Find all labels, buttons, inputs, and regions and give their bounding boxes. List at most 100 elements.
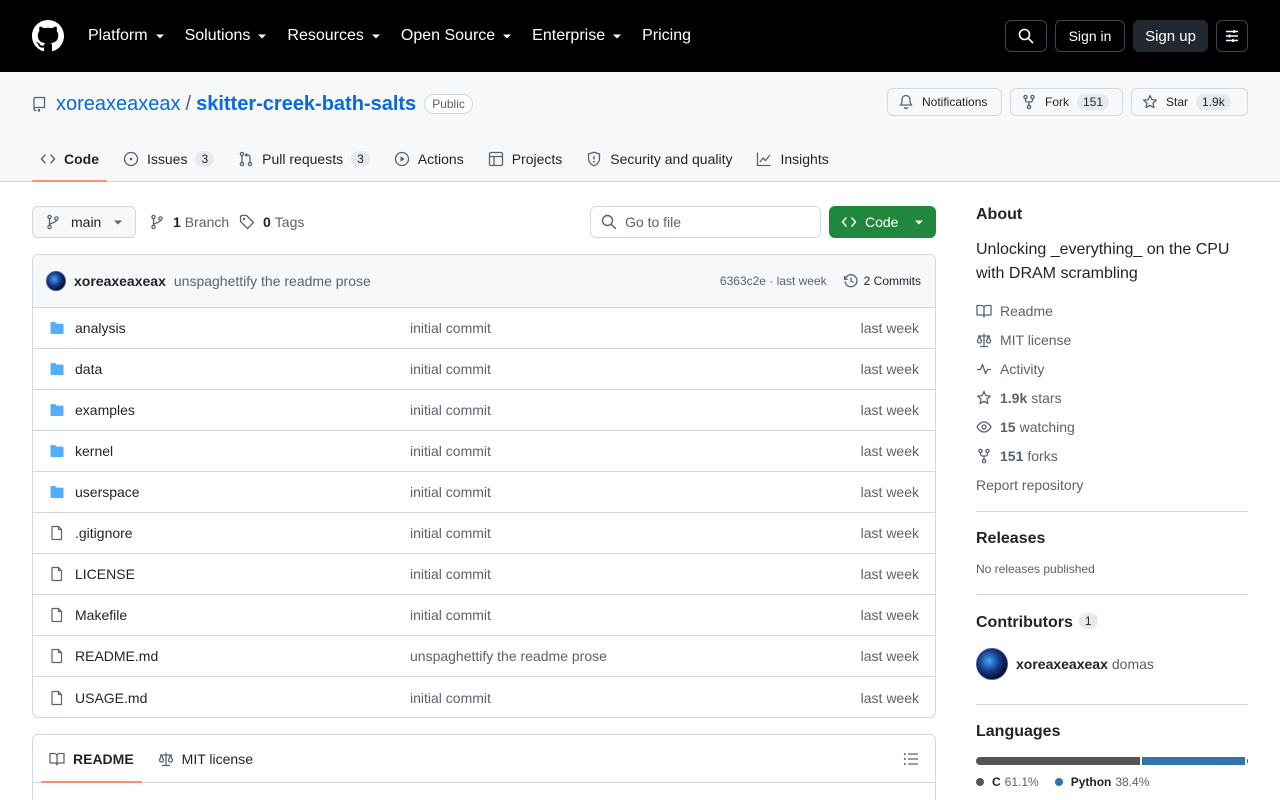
license-tab[interactable]: MIT license <box>150 735 261 782</box>
tags-link[interactable]: 0 Tags <box>239 206 304 238</box>
language-name[interactable]: C <box>992 775 1001 789</box>
nav-solutions-label: Solutions <box>184 27 251 44</box>
table-row[interactable]: .gitignore initial commit last week <box>33 513 935 554</box>
tab-actions[interactable]: Actions <box>386 136 472 182</box>
table-row[interactable]: USAGE.md initial commit last week <box>33 677 935 717</box>
nav-resources[interactable]: Resources <box>287 27 380 45</box>
language-percent: 38.4% <box>1115 775 1150 789</box>
file-name-link[interactable]: README.md <box>75 648 410 664</box>
readme-tab[interactable]: README <box>41 735 142 783</box>
table-row[interactable]: README.md unspaghettify the readme prose l… <box>33 636 935 677</box>
stars-link[interactable]: 1.9k stars <box>976 383 1248 412</box>
file-table: xoreaxeaxeax unspaghettify the readme pr… <box>32 254 936 718</box>
commit-author[interactable]: xoreaxeaxeax <box>74 273 166 289</box>
file-commit-message[interactable]: initial commit <box>410 443 861 459</box>
report-repository-link[interactable]: Report repository <box>976 470 1248 499</box>
file-name-link[interactable]: LICENSE <box>75 566 410 582</box>
readme-link-label: Readme <box>1000 302 1053 319</box>
table-row[interactable]: userspace initial commit last week <box>33 472 935 513</box>
notifications-button[interactable]: Notifications <box>887 88 1002 116</box>
file-name-link[interactable]: data <box>75 361 410 377</box>
contributor-item[interactable]: xoreaxeaxeax domas <box>976 648 1248 680</box>
file-commit-message[interactable]: unspaghettify the readme prose <box>410 648 861 664</box>
table-row[interactable]: examples initial commit last week <box>33 390 935 431</box>
commit-message[interactable]: unspaghettify the readme prose <box>174 273 371 289</box>
nav-enterprise[interactable]: Enterprise <box>532 27 622 45</box>
branch-selector[interactable]: main <box>32 206 136 238</box>
file-name-link[interactable]: examples <box>75 402 410 418</box>
file-commit-message[interactable]: initial commit <box>410 525 861 541</box>
nav-platform[interactable]: Platform <box>88 27 165 45</box>
repo-owner-link[interactable]: xoreaxeaxeax <box>56 93 181 116</box>
file-commit-message[interactable]: initial commit <box>410 690 861 706</box>
file-name-link[interactable]: Makefile <box>75 607 410 623</box>
table-row[interactable]: LICENSE initial commit last week <box>33 554 935 595</box>
readme-link[interactable]: Readme <box>976 296 1248 325</box>
table-of-contents-icon[interactable] <box>903 751 919 767</box>
contributor-login: xoreaxeaxeax <box>1016 656 1108 672</box>
branch-name: main <box>71 214 102 230</box>
code-dropdown-button[interactable]: Code <box>829 206 936 238</box>
file-commit-message[interactable]: initial commit <box>410 320 861 336</box>
commits-link[interactable]: 2 Commits <box>843 273 921 289</box>
tab-issues[interactable]: Issues 3 <box>115 136 222 182</box>
tag-icon <box>239 214 255 230</box>
file-commit-message[interactable]: initial commit <box>410 402 861 418</box>
global-header: Platform Solutions Resources Open Source… <box>0 0 1280 72</box>
repo-name-link[interactable]: skitter-creek-bath-salts <box>196 93 416 116</box>
tab-insights-label: Insights <box>780 151 829 167</box>
search-button[interactable] <box>1005 20 1047 52</box>
watching-link[interactable]: 15 watching <box>976 412 1248 441</box>
nav-solutions[interactable]: Solutions <box>185 27 268 45</box>
file-commit-date: last week <box>860 648 919 664</box>
sign-in-button[interactable]: Sign in <box>1055 20 1125 52</box>
file-commit-message[interactable]: initial commit <box>410 361 861 377</box>
table-row[interactable]: analysis initial commit last week <box>33 308 935 349</box>
star-count: 1.9k <box>1196 94 1231 110</box>
sliders-icon <box>1226 30 1238 42</box>
file-name-link[interactable]: kernel <box>75 443 410 459</box>
contributors-heading[interactable]: Contributors 1 <box>976 613 1248 632</box>
fork-button[interactable]: Fork 151 <box>1010 88 1123 116</box>
settings-menu-button[interactable] <box>1216 20 1248 52</box>
language-dot-c <box>976 778 984 786</box>
sign-up-button[interactable]: Sign up <box>1133 20 1208 52</box>
file-name-link[interactable]: analysis <box>75 320 410 336</box>
file-commit-message[interactable]: initial commit <box>410 607 861 623</box>
releases-heading[interactable]: Releases <box>976 530 1248 548</box>
language-name[interactable]: Python <box>1071 775 1112 789</box>
table-row[interactable]: data initial commit last week <box>33 349 935 390</box>
avatar[interactable] <box>46 271 66 291</box>
go-to-file-input[interactable]: Go to file <box>590 206 821 238</box>
file-commit-message[interactable]: initial commit <box>410 484 861 500</box>
tab-pull-requests[interactable]: Pull requests 3 <box>230 136 378 182</box>
forks-link[interactable]: 151 forks <box>976 441 1248 470</box>
license-link[interactable]: MIT license <box>976 325 1248 354</box>
file-name-link[interactable]: userspace <box>75 484 410 500</box>
file-name-link[interactable]: .gitignore <box>75 525 410 541</box>
repository-header: xoreaxeaxeax / skitter-creek-bath-salts … <box>0 72 1280 182</box>
file-commit-date: last week <box>860 402 919 418</box>
branches-link[interactable]: 1 Branch <box>149 206 229 238</box>
commit-sha-time[interactable]: 6363c2e · last week <box>720 274 827 288</box>
no-releases-text: No releases published <box>976 562 1095 576</box>
nav-pricing[interactable]: Pricing <box>642 27 691 45</box>
file-name-link[interactable]: USAGE.md <box>75 690 410 706</box>
table-row[interactable]: kernel initial commit last week <box>33 431 935 472</box>
activity-link[interactable]: Activity <box>976 354 1248 383</box>
tab-code[interactable]: Code <box>32 136 107 182</box>
tab-projects[interactable]: Projects <box>480 136 571 182</box>
language-bar <box>976 757 1248 765</box>
nav-enterprise-label: Enterprise <box>532 27 606 44</box>
file-commit-message[interactable]: initial commit <box>410 566 861 582</box>
avatar[interactable] <box>976 648 1008 680</box>
tab-insights[interactable]: Insights <box>748 136 836 182</box>
github-logo-icon[interactable] <box>32 20 64 52</box>
repo-title: xoreaxeaxeax / skitter-creek-bath-salts … <box>32 92 473 116</box>
tab-security[interactable]: Security and quality <box>578 136 740 182</box>
star-button[interactable]: Star 1.9k <box>1131 88 1248 116</box>
table-row[interactable]: Makefile initial commit last week <box>33 595 935 636</box>
pulse-icon <box>977 363 991 374</box>
code-icon <box>40 154 56 164</box>
nav-open-source[interactable]: Open Source <box>401 27 512 45</box>
